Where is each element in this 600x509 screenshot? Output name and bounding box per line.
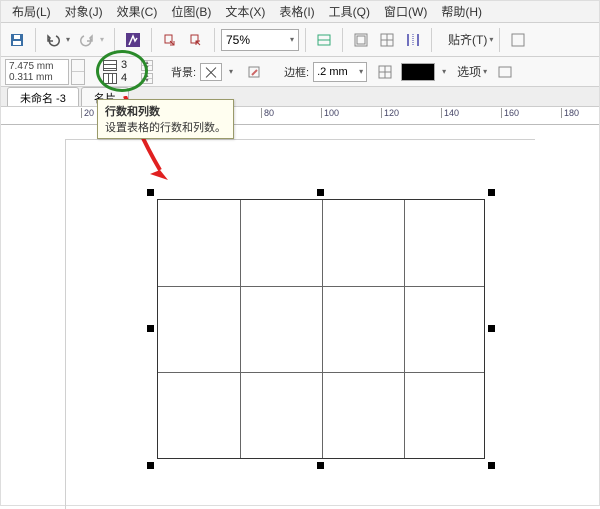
options-label: 选项 [457, 63, 481, 80]
tooltip-rows-cols: 行数和列数 设置表格的行数和列数。 [97, 99, 234, 139]
extra1-icon[interactable] [506, 28, 530, 52]
tooltip-body: 设置表格的行数和列数。 [105, 119, 226, 135]
ruler-tick: 160 [501, 108, 519, 118]
ruler-tick: 80 [261, 108, 274, 118]
handle-br[interactable] [488, 462, 495, 469]
table-object[interactable] [157, 199, 485, 459]
horizontal-ruler: 20 40 60 80 100 120 140 160 180 [1, 108, 599, 125]
handle-tr[interactable] [488, 189, 495, 196]
handle-bl[interactable] [147, 462, 154, 469]
undo-button[interactable] [42, 28, 74, 52]
snap-label: 贴齐(T) [448, 31, 487, 48]
redo-button[interactable] [76, 28, 108, 52]
menu-tool[interactable]: 工具(Q) [322, 3, 377, 20]
property-bar: 7.475 mm 0.311 mm 3 ▴▾ 4 ▴▾ 背景: 边框: .2 m… [1, 57, 599, 87]
ruler-tick: 180 [561, 108, 579, 118]
snap-dropdown[interactable]: 贴齐(T) ▾ [448, 31, 493, 48]
bg-edit-icon[interactable] [242, 60, 266, 84]
save-icon[interactable] [5, 28, 29, 52]
rows-control[interactable]: 3 ▴▾ [103, 59, 153, 72]
cols-value: 4 [121, 72, 139, 84]
view-mode-icon[interactable] [312, 28, 336, 52]
coord-box[interactable]: 7.475 mm 0.311 mm [5, 59, 69, 85]
canvas-area[interactable] [1, 125, 599, 505]
border-width-input[interactable]: .2 mm [313, 62, 367, 82]
ruler-tick: 120 [381, 108, 399, 118]
menu-object[interactable]: 对象(J) [58, 3, 110, 20]
menu-bar: 布局(L) 对象(J) 效果(C) 位图(B) 文本(X) 表格(I) 工具(Q… [1, 1, 599, 23]
menu-bitmap[interactable]: 位图(B) [164, 3, 218, 20]
menu-table[interactable]: 表格(I) [272, 3, 321, 20]
export-icon[interactable] [184, 28, 208, 52]
border-color-swatch[interactable] [401, 63, 435, 81]
main-toolbar: 75% 贴齐(T) ▾ [1, 23, 599, 57]
menu-layout[interactable]: 布局(L) [5, 3, 58, 20]
border-width-value: .2 mm [317, 66, 348, 78]
handle-mr[interactable] [488, 325, 495, 332]
rows-icon [103, 60, 117, 71]
options-dropdown[interactable]: 选项 ▾ [457, 63, 487, 80]
menu-text[interactable]: 文本(X) [218, 3, 272, 20]
handle-tl[interactable] [147, 189, 154, 196]
menu-effect[interactable]: 效果(C) [110, 3, 165, 20]
menu-help[interactable]: 帮助(H) [434, 3, 489, 20]
handle-bm[interactable] [317, 462, 324, 469]
tab-doc-label: 未命名 -3 [20, 90, 66, 106]
menu-window[interactable]: 窗口(W) [377, 3, 434, 20]
ruler-tick: 100 [321, 108, 339, 118]
tab-doc[interactable]: 未命名 -3 [7, 87, 79, 106]
cols-spinner[interactable]: ▴▾ [141, 73, 153, 84]
coord-spinner[interactable] [71, 59, 85, 85]
border-style-icon[interactable] [373, 60, 397, 84]
tooltip-title: 行数和列数 [105, 103, 226, 119]
rows-cols-control: 3 ▴▾ 4 ▴▾ [103, 59, 153, 85]
wrap-icon[interactable] [493, 60, 517, 84]
handle-tm[interactable] [317, 189, 324, 196]
import-icon[interactable] [158, 28, 182, 52]
layout1-icon[interactable] [349, 28, 373, 52]
border-label: 边框: [284, 64, 309, 80]
rows-spinner[interactable]: ▴▾ [141, 60, 153, 71]
zoom-select[interactable]: 75% [221, 29, 299, 51]
ruler-tick: 20 [81, 108, 94, 118]
grid-icon[interactable] [375, 28, 399, 52]
rows-value: 3 [121, 59, 139, 71]
coord-x: 7.475 mm [9, 61, 68, 72]
handle-ml[interactable] [147, 325, 154, 332]
guides-icon[interactable] [401, 28, 425, 52]
ruler-tick: 140 [441, 108, 459, 118]
selected-table[interactable] [151, 193, 491, 465]
document-tabs: 未命名 -3 名片 [1, 87, 599, 107]
app-icon[interactable] [121, 28, 145, 52]
cols-icon [103, 73, 117, 84]
bg-label: 背景: [171, 64, 196, 80]
zoom-value: 75% [226, 33, 250, 47]
bg-swatch[interactable] [200, 63, 222, 81]
coord-y: 0.311 mm [9, 72, 68, 83]
cols-control[interactable]: 4 ▴▾ [103, 72, 153, 85]
